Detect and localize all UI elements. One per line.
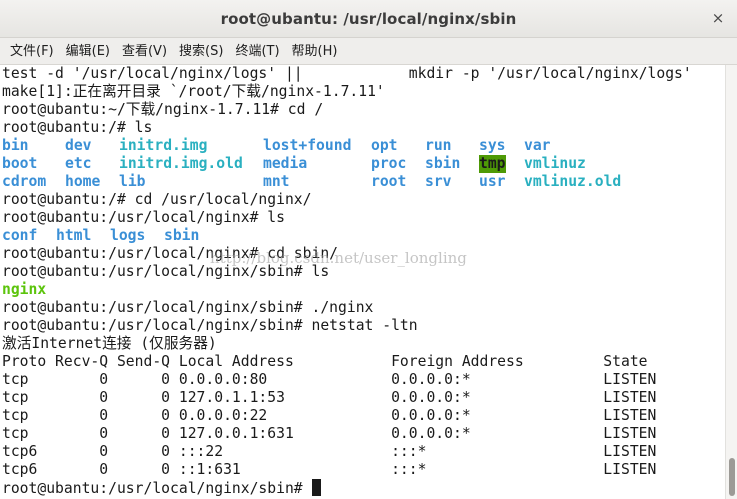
listing-entry: cdrom: [2, 173, 47, 190]
listing-entry: media: [263, 155, 308, 172]
listing-entry: sbin: [425, 155, 461, 172]
listing-entry: var: [524, 137, 551, 154]
listing-entry: sbin: [164, 227, 200, 244]
listing-entry: vmlinuz: [524, 155, 586, 172]
menu-bar: 文件(F) 编辑(E) 查看(V) 搜索(S) 终端(T) 帮助(H): [0, 38, 737, 65]
listing-entry: etc: [65, 155, 92, 172]
close-icon[interactable]: ×: [709, 9, 727, 27]
ls-row: cdrom home lib mnt root srv usr vmlinuz.old: [0, 173, 725, 191]
listing-entry: home: [65, 173, 101, 190]
listing-entry: dev: [65, 137, 92, 154]
ls-row: bin dev initrd.img lost+found opt run sys var: [0, 137, 725, 155]
terminal-line: make[1]:正在离开目录 `/root/下载/nginx-1.7.11': [2, 83, 385, 100]
listing-entry: initrd.img.old: [119, 155, 243, 172]
menu-view[interactable]: 查看(V): [116, 38, 173, 65]
ls-root-listing: bin dev initrd.img lost+found opt run sys var bo…: [0, 137, 725, 191]
listing-entry: vmlinuz.old: [524, 173, 622, 190]
listing-entry: html: [56, 227, 92, 244]
netstat-row: tcp 0 0 0.0.0.0:80 0.0.0.0:* LISTEN: [2, 371, 657, 388]
netstat-row: tcp 0 0 127.0.1.1:53 0.0.0.0:* LISTEN: [2, 389, 657, 406]
listing-entry: srv: [425, 173, 452, 190]
listing-entry: root: [371, 173, 407, 190]
listing-entry: sys: [479, 137, 506, 154]
netstat-row: tcp 0 0 127.0.0.1:631 0.0.0.0:* LISTEN: [2, 425, 657, 442]
scroll-thumb[interactable]: [729, 458, 735, 496]
listing-entry: mnt: [263, 173, 290, 190]
listing-entry: tmp: [479, 155, 506, 173]
netstat-header: Proto Recv-Q Send-Q Local Address Foreig…: [2, 353, 648, 370]
ls-nginx-listing: conf html logs sbin: [0, 227, 725, 245]
netstat-row: tcp6 0 0 :::22 :::* LISTEN: [2, 443, 657, 460]
listing-entry: lost+found: [263, 137, 352, 154]
menu-file[interactable]: 文件(F): [4, 38, 60, 65]
terminal-line: root@ubantu:/usr/local/nginx/sbin# ls: [2, 263, 330, 280]
menu-help[interactable]: 帮助(H): [286, 38, 344, 65]
menu-search[interactable]: 搜索(S): [173, 38, 229, 65]
listing-entry: initrd.img: [119, 137, 208, 154]
listing-entry: logs: [110, 227, 146, 244]
terminal-line: root@ubantu:/usr/local/nginx# ls: [2, 209, 285, 226]
listing-entry: proc: [371, 155, 407, 172]
listing-entry: run: [425, 137, 452, 154]
netstat-row: tcp 0 0 0.0.0.0:22 0.0.0.0:* LISTEN: [2, 407, 657, 424]
terminal-line: root@ubantu:/usr/local/nginx/sbin# ./ngi…: [2, 299, 374, 316]
terminal-line: test -d '/usr/local/nginx/logs' || mkdir…: [2, 65, 692, 82]
window-title: root@ubantu: /usr/local/nginx/sbin: [220, 9, 517, 28]
terminal-line: root@ubantu:~/下载/nginx-1.7.11# cd /: [2, 101, 324, 118]
netstat-row: tcp6 0 0 ::1:631 :::* LISTEN: [2, 461, 657, 478]
prompt-text: root@ubantu:/usr/local/nginx/sbin#: [2, 480, 312, 497]
listing-entry: boot: [2, 155, 38, 172]
listing-entry: conf: [2, 227, 38, 244]
menu-edit[interactable]: 编辑(E): [60, 38, 116, 65]
menu-terminal[interactable]: 终端(T): [229, 38, 285, 65]
terminal-line: root@ubantu:/# ls: [2, 119, 153, 136]
scrollbar[interactable]: [725, 65, 737, 499]
listing-entry: usr: [479, 173, 506, 190]
listing-entry: nginx: [2, 281, 47, 298]
terminal-line: 激活Internet连接 (仅服务器): [2, 335, 217, 352]
terminal-output[interactable]: test -d '/usr/local/nginx/logs' || mkdir…: [0, 65, 725, 499]
listing-entry: lib: [119, 173, 146, 190]
terminal-line: root@ubantu:/usr/local/nginx/sbin# netst…: [2, 317, 418, 334]
prompt-line[interactable]: root@ubantu:/usr/local/nginx/sbin#: [0, 479, 725, 497]
listing-entry: opt: [371, 137, 398, 154]
listing-entry: bin: [2, 137, 29, 154]
text-cursor: [311, 479, 321, 496]
ls-row: boot etc initrd.img.old media proc sbin tmp vml…: [0, 155, 725, 173]
terminal-line: root@ubantu:/# cd /usr/local/nginx/: [2, 191, 312, 208]
ls-sbin-listing: nginx: [0, 281, 725, 299]
terminal-line: root@ubantu:/usr/local/nginx# cd sbin/: [2, 245, 339, 262]
title-bar: root@ubantu: /usr/local/nginx/sbin ×: [0, 0, 737, 38]
